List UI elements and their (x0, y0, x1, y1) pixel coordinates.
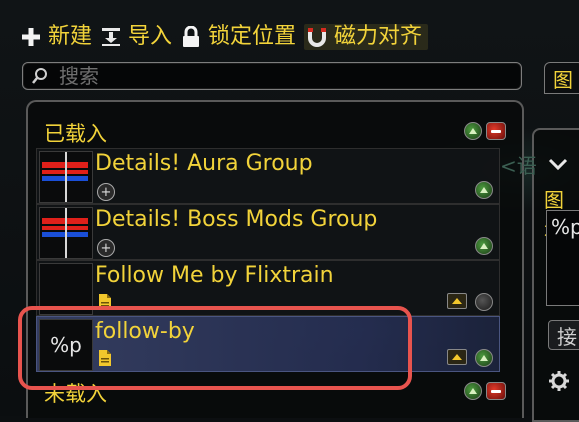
lock-position-button[interactable]: 锁定位置 (180, 26, 296, 48)
document-icon (99, 350, 111, 366)
unloaded-status-icon[interactable] (475, 293, 493, 311)
load-all-icon[interactable] (464, 122, 482, 140)
aura-name: follow-by (95, 319, 195, 344)
lock-position-label: 锁定位置 (208, 24, 297, 49)
gear-icon[interactable] (548, 370, 570, 392)
lock-icon (180, 26, 202, 48)
thumbnail-line (65, 152, 67, 202)
aura-list-panel: 已载入 Details! Aura Group + Details! Boss … (26, 100, 524, 418)
search-icon (29, 65, 51, 87)
row-actions (447, 349, 493, 367)
import-icon (100, 26, 122, 48)
loaded-status-icon[interactable] (475, 237, 493, 255)
aura-thumbnail (39, 151, 93, 203)
magnet-align-label: 磁力对齐 (334, 24, 423, 49)
row-actions (447, 293, 493, 311)
aura-name: Follow Me by Flixtrain (95, 263, 334, 288)
import-button-label: 导入 (128, 24, 173, 49)
search-input[interactable] (57, 63, 521, 89)
row-actions (475, 237, 493, 255)
search-box (22, 62, 522, 90)
tab-display[interactable]: 图 (544, 62, 579, 94)
loaded-status-icon[interactable] (475, 181, 493, 199)
aura-thumbnail (39, 207, 93, 259)
toolbar: 新建 导入 锁定位置 磁力对齐 (20, 22, 429, 52)
unloaded-section-header[interactable]: 未载入 (44, 378, 107, 408)
list-item-selected[interactable]: %p follow-by (36, 316, 500, 372)
expand-group-icon[interactable]: + (97, 239, 115, 257)
aura-thumbnail: %p (39, 319, 93, 371)
new-button-label: 新建 (48, 24, 93, 49)
loaded-header-icons (464, 122, 506, 140)
list-item[interactable]: Details! Aura Group + (36, 148, 500, 204)
chevron-down-icon[interactable] (546, 152, 570, 176)
unload-all-icon[interactable] (486, 122, 506, 140)
load-all-icon[interactable] (464, 382, 482, 400)
unload-all-icon[interactable] (486, 382, 506, 400)
list-item[interactable]: Follow Me by Flixtrain (36, 260, 500, 316)
move-up-icon[interactable] (447, 293, 467, 309)
new-button[interactable]: 新建 (20, 26, 92, 48)
thumbnail-line (65, 208, 67, 258)
angle-text: <语 (500, 154, 537, 178)
expand-group-icon[interactable]: + (97, 183, 115, 201)
thumbnail-text: %p (50, 333, 82, 357)
import-button[interactable]: 导入 (100, 26, 172, 48)
aura-name: Details! Aura Group (95, 151, 313, 176)
magnet-icon (306, 26, 328, 48)
list-item[interactable]: Details! Boss Mods Group + (36, 204, 500, 260)
right-panel-button[interactable]: 接 (548, 320, 579, 350)
display-text-input[interactable]: %p (546, 210, 579, 306)
row-actions (475, 181, 493, 199)
aura-name: Details! Boss Mods Group (95, 207, 378, 232)
loaded-section-header[interactable]: 已载入 (44, 118, 107, 148)
move-up-icon[interactable] (447, 349, 467, 365)
loaded-status-icon[interactable] (475, 349, 493, 367)
plus-icon (20, 26, 42, 48)
document-icon (99, 294, 111, 310)
unloaded-header-icons (464, 382, 506, 400)
aura-thumbnail (39, 263, 93, 315)
magnet-align-button[interactable]: 磁力对齐 (304, 24, 429, 50)
